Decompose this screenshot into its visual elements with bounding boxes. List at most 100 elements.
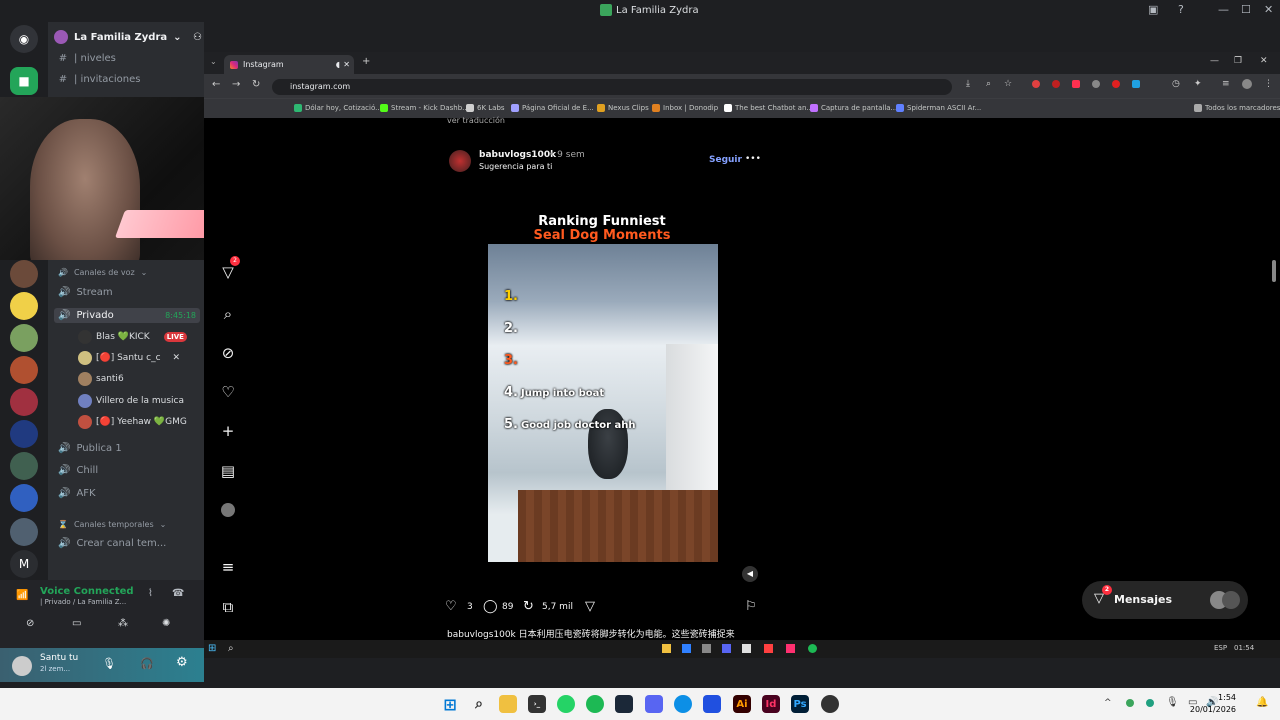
voice-user[interactable]: [🔴] Santu c_c ✕ — [78, 351, 180, 365]
menu-icon[interactable]: ⋮ — [1264, 79, 1273, 89]
maximize-button[interactable]: ❐ — [1234, 56, 1242, 66]
voice-channel-publica-1[interactable]: 🔊 Publica 1 — [58, 443, 122, 454]
server-icon[interactable] — [10, 388, 38, 416]
profile-avatar[interactable] — [1242, 79, 1252, 89]
url-input[interactable]: instagram.com — [272, 79, 952, 95]
camera-off-icon[interactable]: ⊘ — [26, 618, 34, 629]
forward-icon[interactable]: → — [232, 79, 240, 90]
translation-hint[interactable]: ver traducción — [447, 116, 505, 125]
category-canales-de-voz[interactable]: 🔊 Canales de voz ⌄ — [58, 268, 147, 277]
obs-icon[interactable] — [821, 695, 839, 713]
save-bookmark-icon[interactable]: ⚐ — [745, 599, 757, 614]
all-bookmarks[interactable]: Todos los marcadores — [1194, 104, 1280, 112]
server-icon[interactable] — [10, 420, 38, 448]
category-canales-temporales[interactable]: ⌛ Canales temporales ⌄ — [58, 520, 166, 529]
bookmark-item[interactable]: Nexus Clips — [597, 104, 649, 112]
voice-channel-chill[interactable]: 🔊 Chill — [58, 465, 98, 476]
history-icon[interactable]: ◷ — [1172, 79, 1180, 89]
install-icon[interactable]: ⤓ — [966, 79, 970, 89]
server-icon[interactable]: ■ — [10, 67, 38, 95]
audio-icon[interactable]: ◖ — [336, 60, 340, 69]
close-button[interactable]: ✕ — [1260, 56, 1268, 66]
server-icon[interactable]: M — [10, 550, 38, 578]
microphone-icon[interactable]: 🎙 — [1166, 697, 1179, 708]
search-icon[interactable]: ⌕ — [218, 304, 238, 324]
voice-user[interactable]: [🔴] Yeehaw 💚GMG — [78, 415, 187, 429]
bookmark-item[interactable]: 6K Labs — [466, 104, 505, 112]
create-icon[interactable]: + — [218, 421, 238, 441]
bookmark-item[interactable]: Dólar hoy, Cotizació... — [294, 104, 382, 112]
also-from-meta-icon[interactable]: ⧉ — [218, 597, 238, 617]
heart-icon[interactable]: ♡ — [218, 382, 238, 402]
tab-instagram[interactable]: Instagram ◖ ✕ — [224, 55, 354, 74]
disconnect-icon[interactable]: ☎ — [172, 588, 184, 599]
server-icon[interactable] — [10, 452, 38, 480]
new-tab-icon[interactable]: + — [362, 56, 370, 67]
scrollbar[interactable] — [1272, 260, 1276, 282]
activities-icon[interactable]: ⁂ — [118, 618, 128, 629]
avatar[interactable] — [12, 656, 32, 676]
follow-button[interactable]: Seguir — [709, 155, 742, 165]
whatsapp-icon[interactable] — [557, 695, 575, 713]
server-header[interactable]: La Familia Zydra ⌄ ⚇ — [54, 30, 202, 44]
post-video[interactable]: Ranking Funniest Seal Dog Moments 1. 2. … — [438, 183, 766, 592]
inbox-icon[interactable]: ▣ — [1148, 3, 1158, 16]
voice-channel-crear[interactable]: 🔊 Crear canal tem... — [58, 538, 166, 549]
app-icon[interactable] — [703, 695, 721, 713]
messages-button[interactable]: ▽ 2 Mensajes — [1082, 581, 1248, 619]
bookmark-item[interactable]: Inbox | Donodip — [652, 104, 718, 112]
system-clock[interactable]: 1:54 20/01/2026 — [1190, 692, 1236, 716]
soundboard-icon[interactable]: ✺ — [162, 618, 170, 629]
reading-list-icon[interactable]: ≡ — [1222, 79, 1230, 89]
terminal-icon[interactable]: ›_ — [528, 695, 546, 713]
close-tab-icon[interactable]: ✕ — [343, 60, 350, 69]
comment-icon[interactable]: ◯ — [483, 599, 498, 614]
post-username[interactable]: babuvlogs100k — [479, 150, 556, 160]
like-icon[interactable]: ♡ — [445, 599, 457, 614]
profile-avatar[interactable] — [218, 500, 238, 520]
voice-channel-privado[interactable]: 🔊 Privado 8:45:18 — [54, 308, 200, 323]
dashboard-icon[interactable]: ▤ — [218, 461, 238, 481]
help-icon[interactable]: ? — [1178, 3, 1184, 16]
indesign-icon[interactable]: Id — [762, 695, 780, 713]
bookmark-item[interactable]: The best Chatbot an... — [724, 104, 813, 112]
tab-search-icon[interactable]: ⌄ — [210, 57, 217, 66]
close-button[interactable]: ✕ — [1264, 3, 1273, 16]
voice-channel-stream[interactable]: 🔊 Stream — [58, 287, 113, 298]
extension-icon[interactable] — [1132, 80, 1140, 88]
extension-icon[interactable] — [1072, 80, 1080, 88]
extension-icon[interactable] — [1092, 80, 1100, 88]
share-icon[interactable]: ▽ — [585, 599, 595, 614]
channel-invitaciones[interactable]: # | invitaciones — [58, 74, 141, 85]
chevron-up-icon[interactable]: ^ — [1104, 698, 1112, 708]
extensions-icon[interactable]: ✦ — [1194, 79, 1202, 89]
illustrator-icon[interactable]: Ai — [733, 695, 751, 713]
explore-icon[interactable]: ⊘ — [218, 343, 238, 363]
voice-channel-sub[interactable]: | Privado / La Familia Z... — [40, 598, 126, 606]
extension-icon[interactable] — [1112, 80, 1120, 88]
headphones-icon[interactable]: 🎧 — [140, 657, 154, 670]
voice-channel-afk[interactable]: 🔊 AFK — [58, 488, 96, 499]
bookmark-item[interactable]: Página Oficial de E... — [511, 104, 594, 112]
steam-icon[interactable] — [615, 695, 633, 713]
more-options-icon[interactable]: ••• — [745, 154, 761, 164]
extension-icon[interactable] — [1032, 80, 1040, 88]
minimize-button[interactable]: — — [1218, 3, 1229, 16]
settings-gear-icon[interactable]: ⚙ — [176, 655, 188, 670]
search-icon[interactable]: ⌕ — [470, 695, 488, 713]
voice-user[interactable]: Blas 💚KICK LIVE — [78, 330, 187, 344]
invite-people-icon[interactable]: ⚇ — [193, 32, 202, 43]
back-icon[interactable]: ← — [212, 79, 220, 90]
bookmark-item[interactable]: Stream - Kick Dashb... — [380, 104, 469, 112]
avatar[interactable] — [449, 150, 471, 172]
tray-app-icon[interactable] — [1126, 699, 1134, 707]
server-icon[interactable] — [10, 518, 38, 546]
minimize-button[interactable]: — — [1210, 56, 1219, 66]
bookmark-item[interactable]: Captura de pantalla... — [810, 104, 897, 112]
mute-toggle-icon[interactable]: ◀ — [742, 566, 758, 582]
bookmark-star-icon[interactable]: ☆ — [1004, 79, 1012, 89]
microphone-icon[interactable]: 🎙 — [102, 657, 116, 670]
bookmark-item[interactable]: Spiderman ASCII Ar... — [896, 104, 981, 112]
channel-niveles[interactable]: # | niveles — [58, 53, 116, 64]
screen-share-icon[interactable]: ▭ — [72, 618, 81, 629]
